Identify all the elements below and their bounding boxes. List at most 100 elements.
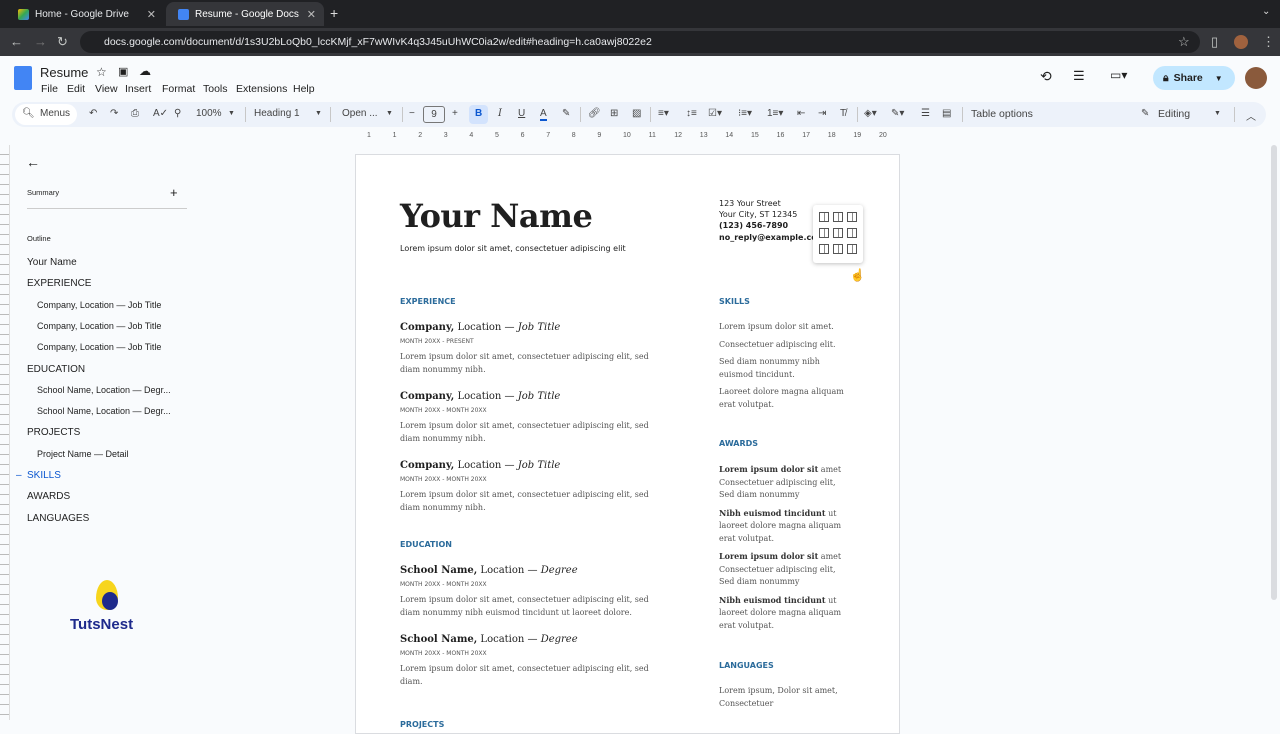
new-tab-button[interactable]: + (330, 5, 338, 21)
entry-description[interactable]: Lorem ipsum dolor sit amet, consectetuer… (400, 593, 670, 619)
outline-item[interactable]: EDUCATION (27, 364, 85, 375)
menu-format[interactable]: Format (162, 83, 195, 95)
menu-extensions[interactable]: Extensions (236, 83, 287, 95)
spellcheck-icon[interactable]: A✓ (153, 108, 168, 119)
award-item[interactable]: Lorem ipsum dolor sit amet Consectetuer … (719, 550, 844, 589)
entry-description[interactable]: Lorem ipsum dolor sit amet, consectetuer… (400, 419, 670, 445)
section-heading-education[interactable]: EDUCATION (400, 540, 670, 550)
cloud-saved-icon[interactable]: ☁ (139, 64, 151, 78)
skill-item[interactable]: Sed diam nonummy nibh euismod tincidunt. (719, 356, 844, 381)
section-heading-experience[interactable]: EXPERIENCE (400, 297, 670, 307)
entry-description[interactable]: Lorem ipsum dolor sit amet, consectetuer… (400, 350, 670, 376)
bulleted-list-icon[interactable]: ⁝≡▾ (738, 108, 752, 119)
clear-formatting-icon[interactable]: T̸ (840, 108, 846, 119)
languages-text[interactable]: Lorem ipsum, Dolor sit amet, Consectetue… (719, 685, 844, 710)
text-color-icon[interactable]: A (540, 108, 547, 121)
line-spacing-icon[interactable]: ↕≡ (686, 108, 697, 119)
entry-title[interactable]: Company, Location — Job Title (400, 460, 670, 474)
section-heading-projects[interactable]: PROJECTS (400, 720, 670, 730)
menu-help[interactable]: Help (293, 83, 315, 95)
vertical-ruler[interactable] (0, 145, 10, 720)
menu-view[interactable]: View (95, 83, 118, 95)
docs-logo-icon[interactable] (14, 66, 32, 90)
section-heading-awards[interactable]: AWARDS (719, 439, 844, 449)
address-street[interactable]: 123 Your Street (719, 199, 781, 208)
outline-item[interactable]: LANGUAGES (27, 513, 89, 524)
meet-icon[interactable]: ▭▾ (1110, 68, 1127, 82)
style-select[interactable]: Heading 1 (254, 108, 300, 119)
entry-date[interactable]: MONTH 20XX - MONTH 20XX (400, 474, 670, 488)
section-heading-languages[interactable]: LANGUAGES (719, 661, 844, 671)
menu-tools[interactable]: Tools (203, 83, 228, 95)
entry-date[interactable]: MONTH 20XX - MONTH 20XX (400, 648, 670, 662)
border-color-icon[interactable]: ✎▾ (891, 108, 904, 119)
left-border-icon[interactable] (819, 244, 829, 254)
inner-borders-icon[interactable] (833, 212, 843, 222)
bookmark-star-icon[interactable]: ☆ (1178, 34, 1190, 50)
font-size-input[interactable]: 9 (423, 106, 445, 123)
increase-indent-icon[interactable]: ⇥ (818, 108, 826, 119)
collapse-toolbar-icon[interactable]: ︿ (1246, 108, 1256, 123)
numbered-list-icon[interactable]: 1≡▾ (767, 108, 783, 119)
zoom-select[interactable]: 100% (196, 108, 222, 119)
tab-google-drive[interactable]: Home - Google Drive ✕ (6, 2, 164, 26)
entry-date[interactable]: MONTH 20XX - MONTH 20XX (400, 579, 670, 593)
move-folder-icon[interactable]: ▣ (118, 65, 128, 78)
add-comment-icon[interactable]: ⊞ (610, 108, 618, 119)
entry-description[interactable]: Lorem ipsum dolor sit amet, consectetuer… (400, 488, 670, 514)
menu-edit[interactable]: Edit (67, 83, 85, 95)
highlight-icon[interactable]: ✎ (562, 108, 570, 119)
vertical-scrollbar[interactable] (1271, 145, 1277, 600)
outline-item[interactable]: SKILLS (27, 470, 61, 481)
search-menus-label[interactable]: Menus (40, 108, 70, 119)
bold-icon[interactable]: B (475, 108, 482, 119)
address-city[interactable]: Your City, ST 12345 (719, 210, 797, 219)
vertical-inner-border-icon[interactable] (833, 244, 843, 254)
side-panel-icon[interactable]: ▯ (1211, 34, 1218, 50)
decrease-font-size-button[interactable]: − (409, 108, 415, 119)
star-icon[interactable]: ☆ (96, 65, 107, 79)
align-icon[interactable]: ≡▾ (658, 108, 669, 119)
all-borders-icon[interactable] (819, 212, 829, 222)
outline-item[interactable]: AWARDS (27, 491, 70, 502)
italic-icon[interactable]: I (498, 108, 502, 119)
entry-title[interactable]: School Name, Location — Degree (400, 634, 670, 648)
browser-menu-icon[interactable]: ⋮ (1262, 34, 1275, 50)
reload-icon[interactable]: ↻ (57, 34, 68, 50)
entry-title[interactable]: Company, Location — Job Title (400, 322, 670, 336)
skill-item[interactable]: Laoreet dolore magna aliquam erat volutp… (719, 386, 844, 411)
menu-file[interactable]: File (41, 83, 58, 95)
font-select[interactable]: Open ... (342, 108, 378, 119)
outline-item[interactable]: PROJECTS (27, 427, 80, 438)
horizontal-inner-border-icon[interactable] (833, 228, 843, 238)
address-email[interactable]: no_reply@example.com (719, 233, 825, 242)
decrease-indent-icon[interactable]: ⇤ (797, 108, 805, 119)
entry-title[interactable]: School Name, Location — Degree (400, 565, 670, 579)
horizontal-ruler[interactable]: 1 1 2 3 4 5 6 7 8 9 10 11 12 13 14 15 16 17 18 19 20 (355, 130, 900, 143)
section-heading-skills[interactable]: SKILLS (719, 297, 844, 307)
redo-icon[interactable]: ↷ (110, 108, 118, 119)
outline-item[interactable]: School Name, Location — Degr... (37, 385, 171, 395)
entry-description[interactable]: Lorem ipsum dolor sit amet, consectetuer… (400, 662, 670, 688)
version-history-icon[interactable]: ⟲ (1040, 68, 1052, 85)
right-border-icon[interactable] (847, 244, 857, 254)
border-width-icon[interactable]: ☰ (921, 108, 930, 119)
link-icon[interactable]: 🔗︎ (588, 108, 601, 119)
checklist-icon[interactable]: ☑▾ (708, 108, 722, 119)
resume-subtitle[interactable]: Lorem ipsum dolor sit amet, consectetuer… (400, 244, 626, 253)
insert-image-icon[interactable]: ▨ (632, 108, 641, 119)
bottom-border-icon[interactable] (847, 228, 857, 238)
forward-icon[interactable]: → (34, 34, 47, 49)
entry-title[interactable]: Company, Location — Job Title (400, 391, 670, 405)
back-arrow-icon[interactable]: ← (26, 154, 40, 170)
close-tab-icon[interactable]: ✕ (147, 8, 156, 21)
award-item[interactable]: Nibh euismod tincidunt ut laoreet dolore… (719, 594, 844, 633)
document-title[interactable]: Resume (40, 65, 88, 80)
award-item[interactable]: Lorem ipsum dolor sit amet Consectetuer … (719, 463, 844, 502)
skill-item[interactable]: Consectetuer adipiscing elit. (719, 339, 844, 352)
table-options-button[interactable]: Table options (971, 108, 1033, 120)
outline-item[interactable]: Company, Location — Job Title (37, 300, 161, 310)
award-item[interactable]: Nibh euismod tincidunt ut laoreet dolore… (719, 507, 844, 546)
skill-item[interactable]: Lorem ipsum dolor sit amet. (719, 321, 844, 334)
cell-fill-icon[interactable]: ◈▾ (864, 108, 877, 119)
